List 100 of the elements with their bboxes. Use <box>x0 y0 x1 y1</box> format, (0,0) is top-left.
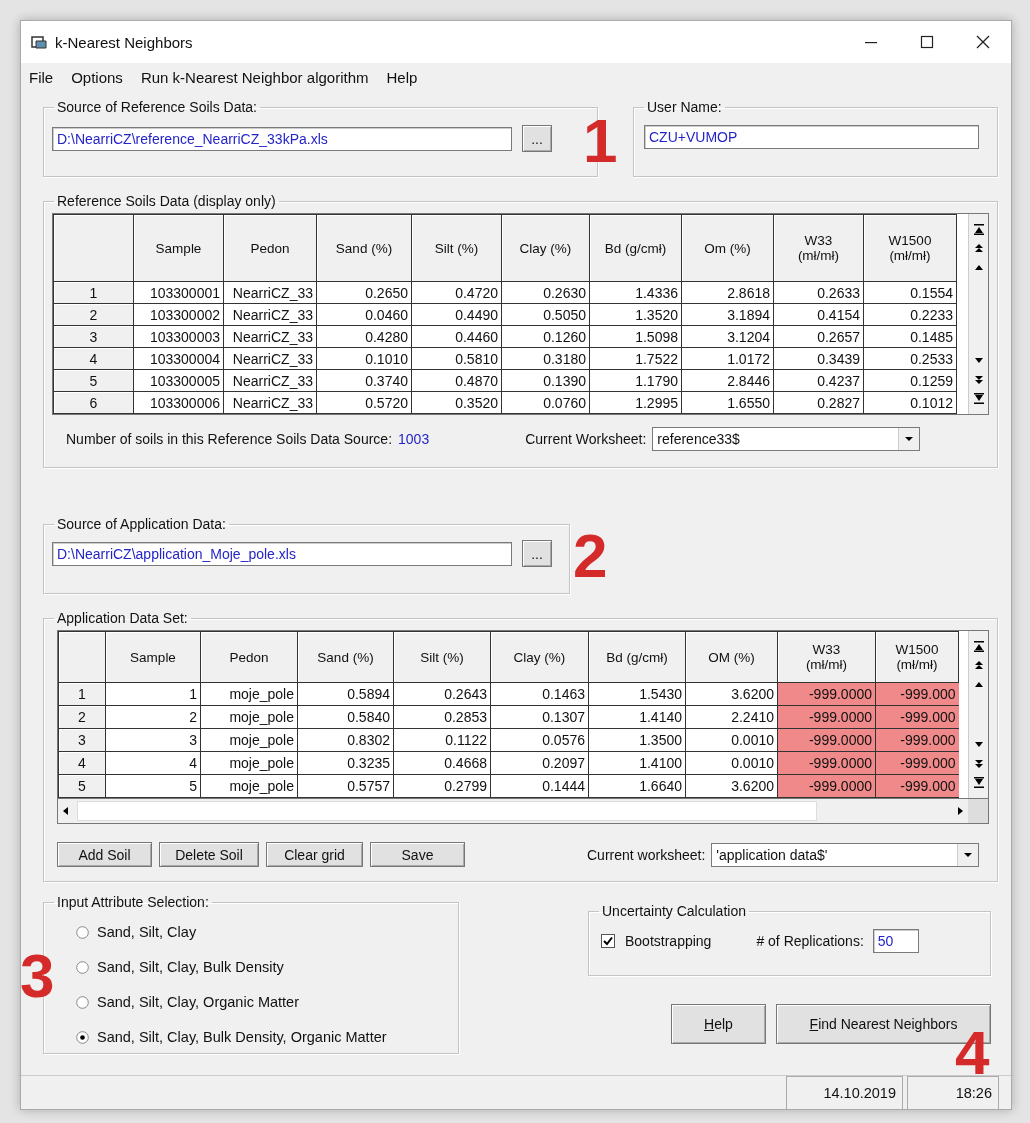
table-cell: 0.0010 <box>685 751 778 775</box>
last-record-icon <box>972 393 985 404</box>
column-header: Sand (%) <box>297 631 394 683</box>
column-header: W33 (mł/mł) <box>773 214 864 282</box>
radio-button[interactable] <box>76 1030 89 1044</box>
menu-item[interactable]: Run k-Nearest Neighbor algorithm <box>138 68 371 86</box>
row-header[interactable]: 5 <box>58 774 106 798</box>
table-cell: NearriCZ_33 <box>223 347 317 370</box>
table-cell: 0.2643 <box>393 682 491 706</box>
maximize-icon[interactable] <box>919 34 935 50</box>
table-cell: 0.1122 <box>393 728 491 752</box>
row-header[interactable]: 3 <box>53 325 134 348</box>
row-header[interactable]: 1 <box>58 682 106 706</box>
group-label: Reference Soils Data (display only) <box>56 193 277 209</box>
row-header[interactable]: 4 <box>53 347 134 370</box>
table-cell: 0.1260 <box>501 325 590 348</box>
path-field[interactable]: D:\NearriCZ\reference_NearriCZ_33kPa.xls <box>52 126 512 151</box>
group-label: Input Attribute Selection: <box>56 894 210 910</box>
option-label: Sand, Silt, Clay, Bulk Density <box>97 959 284 975</box>
table-cell: 1.4336 <box>589 281 682 304</box>
table-cell: 0.1010 <box>316 347 412 370</box>
group-label: Source of Application Data: <box>56 516 227 532</box>
option-label: Sand, Silt, Clay, Organic Matter <box>97 994 299 1010</box>
table-cell: 0.4720 <box>411 281 502 304</box>
replications-field[interactable]: 50 <box>872 929 919 953</box>
menu-item[interactable]: Options <box>69 68 125 86</box>
grid-action-button[interactable]: Clear grid <box>266 842 363 867</box>
table-cell: 103300003 <box>133 325 224 348</box>
group-label: Source of Reference Soils Data: <box>56 99 258 115</box>
row-header[interactable]: 6 <box>53 391 134 414</box>
table-cell: moje_pole <box>200 751 298 775</box>
checkbox[interactable] <box>601 934 615 948</box>
table-cell: 1.3500 <box>588 728 686 752</box>
dropdown-arrow-icon <box>963 851 974 858</box>
worksheet-label: Current Worksheet: <box>525 431 647 447</box>
column-header: Pedon <box>223 214 317 282</box>
column-header: Clay (%) <box>490 631 589 683</box>
column-header: Om (%) <box>681 214 774 282</box>
table-cell: NearriCZ_33 <box>223 303 317 326</box>
table-cell: moje_pole <box>200 728 298 752</box>
menu-item[interactable]: Help <box>384 68 420 86</box>
table-cell: 0.0760 <box>501 391 590 414</box>
worksheet-label: Current worksheet: <box>587 846 706 863</box>
table-cell: 0.5840 <box>297 705 394 729</box>
grid-action-button[interactable]: Delete Soil <box>159 842 259 867</box>
grid-action-button[interactable]: Save <box>370 842 465 867</box>
table-cell: moje_pole <box>200 774 298 798</box>
table-cell: 0.0576 <box>490 728 589 752</box>
table-cell: 0.4870 <box>411 369 502 392</box>
row-header[interactable]: 1 <box>53 281 134 304</box>
table-cell: 0.3180 <box>501 347 590 370</box>
table-cell: NearriCZ_33 <box>223 391 317 414</box>
row-header[interactable]: 2 <box>53 303 134 326</box>
table-cell: 3.6200 <box>685 774 778 798</box>
table-cell: 0.3439 <box>773 347 864 370</box>
count-value: 1003 <box>398 431 430 447</box>
table-cell: 0.2799 <box>393 774 491 798</box>
row-header[interactable]: 5 <box>53 369 134 392</box>
grid-action-button[interactable]: Add Soil <box>57 842 152 867</box>
row-header[interactable]: 3 <box>58 728 106 752</box>
close-icon[interactable] <box>975 34 991 50</box>
scrollbar-thumb[interactable] <box>77 801 817 821</box>
radio-button[interactable] <box>76 995 89 1009</box>
table-cell: 1.2995 <box>589 391 682 414</box>
table-cell: 1.0172 <box>681 347 774 370</box>
row-header[interactable]: 2 <box>58 705 106 729</box>
status-time: 18:26 <box>907 1076 999 1109</box>
worksheet-dropdown[interactable]: 'application data$' <box>711 842 980 867</box>
browse-button[interactable]: ... <box>522 125 552 152</box>
radio-button[interactable] <box>76 960 89 974</box>
status-date: 14.10.2019 <box>786 1076 903 1109</box>
radio-button[interactable] <box>76 925 89 939</box>
column-header: OM (%) <box>685 631 778 683</box>
column-header: W1500 (mł/mł) <box>863 214 957 282</box>
browse-button[interactable]: ... <box>522 540 552 567</box>
worksheet-dropdown[interactable]: reference33$ <box>652 427 921 451</box>
column-header: Bd (g/cmł) <box>589 214 682 282</box>
menu-item[interactable]: File <box>27 68 56 86</box>
column-header: Sample <box>133 214 224 282</box>
help-button[interactable]: Help <box>671 1004 766 1044</box>
table-cell: moje_pole <box>200 705 298 729</box>
table-cell: 0.1259 <box>863 369 957 392</box>
table-cell: 0.5757 <box>297 774 394 798</box>
table-cell: 0.1307 <box>490 705 589 729</box>
row-header[interactable]: 4 <box>58 751 106 775</box>
table-cell: 0.4237 <box>773 369 864 392</box>
table-cell: 103300005 <box>133 369 224 392</box>
annotation-number: 2 <box>573 525 608 587</box>
table-cell: 0.2630 <box>501 281 590 304</box>
table-cell: 3.1204 <box>681 325 774 348</box>
table-cell: 0.2233 <box>863 303 957 326</box>
table-cell: 1.4140 <box>588 705 686 729</box>
table-cell: 0.4460 <box>411 325 502 348</box>
path-field[interactable]: D:\NearriCZ\application_Moje_pole.xls <box>52 541 512 566</box>
table-cell: NearriCZ_33 <box>223 281 317 304</box>
table-cell: 0.2657 <box>773 325 864 348</box>
table-cell: 0.5894 <box>297 682 394 706</box>
table-cell: 0.1485 <box>863 325 957 348</box>
user-name-field[interactable]: CZU+VUMOP <box>644 125 979 149</box>
window-title: k-Nearest Neighbors <box>55 33 194 51</box>
